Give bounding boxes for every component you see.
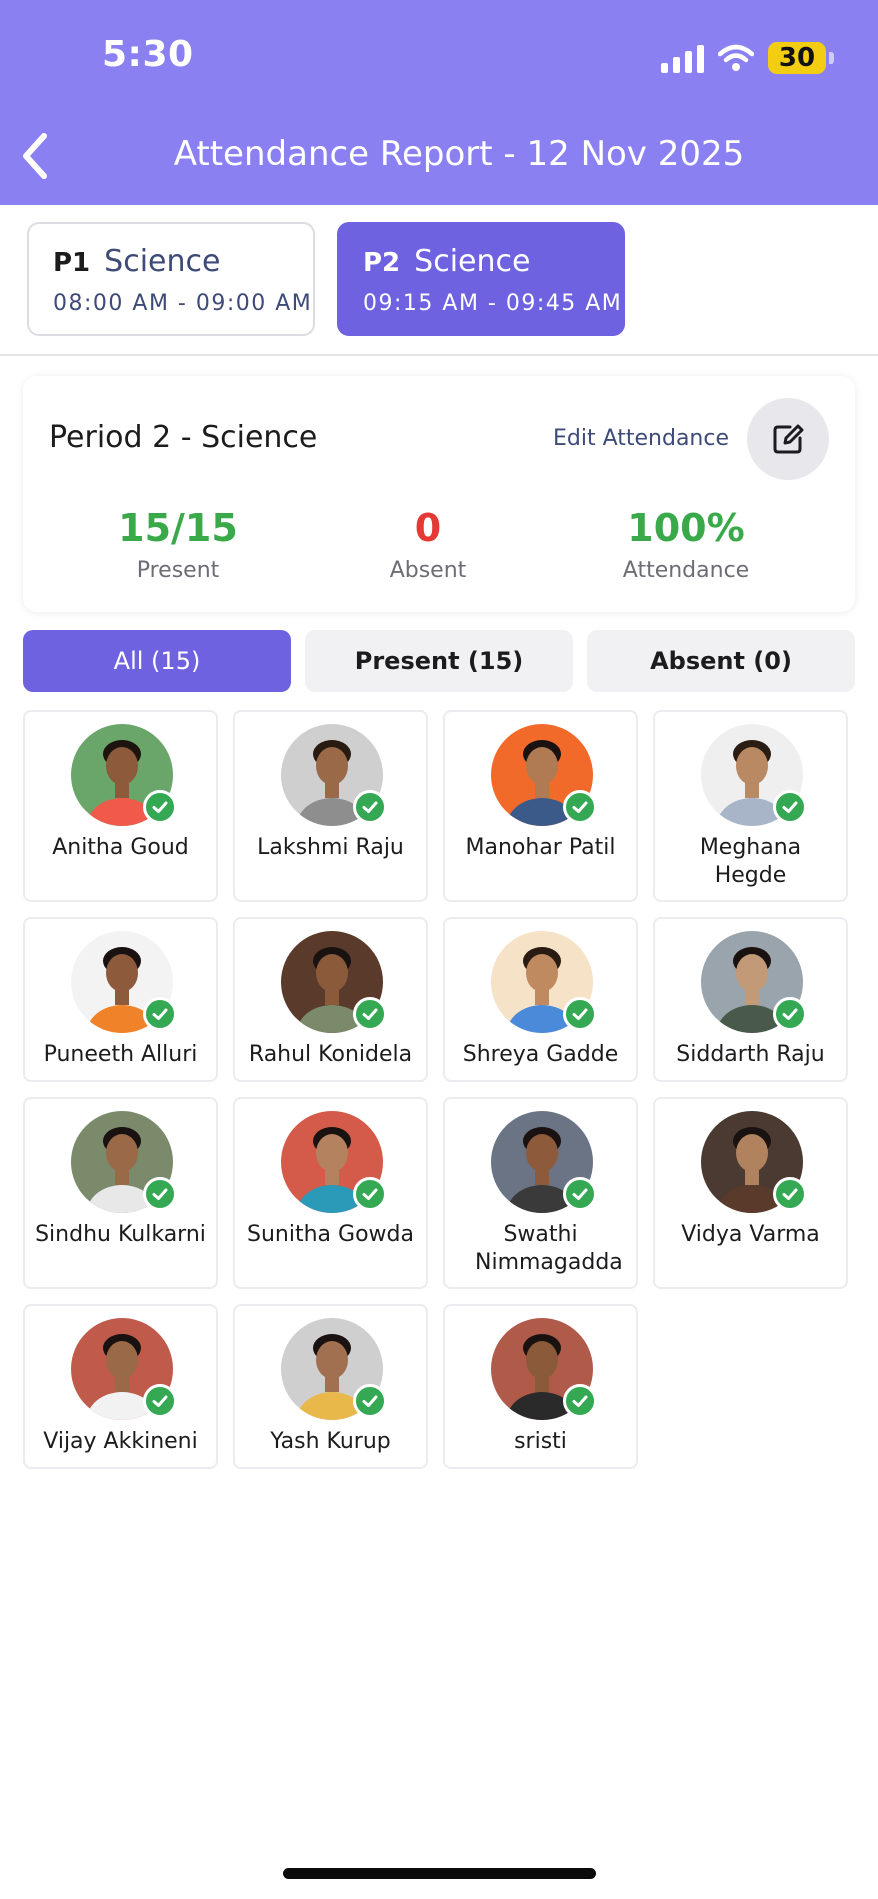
- period-subject: Science: [414, 244, 531, 279]
- student-name: Anitha Goud: [52, 835, 189, 860]
- present-label: Present: [136, 558, 220, 583]
- present-check-icon: [773, 790, 807, 824]
- student-card[interactable]: Siddarth Raju: [653, 917, 848, 1082]
- student-name: Yash Kurup: [270, 1429, 391, 1454]
- edit-attendance-button[interactable]: [747, 398, 829, 480]
- period-heading: Period 2 - Science: [49, 420, 318, 455]
- student-card[interactable]: Swathi Nimmagadda: [443, 1097, 638, 1289]
- filter-present-tab[interactable]: Present (15): [305, 630, 573, 692]
- wifi-icon: [718, 44, 754, 71]
- period-time: 08:00 AM - 09:00 AM: [53, 291, 313, 316]
- edit-icon: [773, 424, 804, 454]
- attendance-label: Attendance: [622, 558, 750, 583]
- student-card[interactable]: Puneeth Alluri: [23, 917, 218, 1082]
- student-name: Vijay Akkineni: [43, 1429, 198, 1454]
- battery-icon: 30: [768, 42, 834, 74]
- student-card[interactable]: Shreya Gadde: [443, 917, 638, 1082]
- filter-tabs: All (15) Present (15) Absent (0): [23, 630, 855, 692]
- summary-card: Period 2 - Science Edit Attendance 15/15…: [23, 376, 855, 612]
- divider: [0, 354, 878, 356]
- present-check-icon: [353, 1384, 387, 1418]
- student-card[interactable]: Meghana Hegde: [653, 710, 848, 902]
- period-tab-p2[interactable]: P2 Science 09:15 AM - 09:45 AM: [337, 222, 625, 336]
- student-name: Puneeth Alluri: [43, 1042, 198, 1067]
- signal-icon: [661, 43, 704, 73]
- present-value: 15/15: [118, 506, 238, 550]
- home-indicator: [283, 1868, 596, 1879]
- student-card[interactable]: sristi: [443, 1304, 638, 1469]
- filter-absent-tab[interactable]: Absent (0): [587, 630, 855, 692]
- present-stat: 15/15 Present: [78, 506, 278, 583]
- student-card[interactable]: Lakshmi Raju: [233, 710, 428, 902]
- present-check-icon: [353, 1177, 387, 1211]
- period-subject: Science: [104, 244, 221, 279]
- present-check-icon: [353, 790, 387, 824]
- absent-stat: 0 Absent: [328, 506, 528, 583]
- student-card[interactable]: Vidya Varma: [653, 1097, 848, 1289]
- student-name: sristi: [514, 1429, 567, 1454]
- student-card[interactable]: Sindhu Kulkarni: [23, 1097, 218, 1289]
- student-name: Shreya Gadde: [462, 1042, 619, 1067]
- present-check-icon: [143, 1177, 177, 1211]
- student-name: Lakshmi Raju: [257, 835, 404, 860]
- student-card[interactable]: Yash Kurup: [233, 1304, 428, 1469]
- absent-label: Absent: [389, 558, 467, 583]
- battery-level: 30: [778, 43, 816, 73]
- status-icons: 30: [661, 40, 834, 76]
- period-code: P1: [53, 248, 91, 278]
- period-code: P2: [363, 248, 401, 278]
- attendance-value: 100%: [627, 506, 745, 550]
- present-check-icon: [563, 790, 597, 824]
- present-check-icon: [773, 997, 807, 1031]
- filter-all-tab[interactable]: All (15): [23, 630, 291, 692]
- present-check-icon: [143, 1384, 177, 1418]
- student-name: Sindhu Kulkarni: [35, 1222, 206, 1247]
- student-card[interactable]: Vijay Akkineni: [23, 1304, 218, 1469]
- student-name: Siddarth Raju: [676, 1042, 825, 1067]
- student-grid: Anitha Goud Lakshmi Raju Manohar Patil Megh…: [23, 710, 869, 1469]
- absent-value: 0: [414, 506, 442, 550]
- student-name: Rahul Konidela: [248, 1042, 413, 1067]
- student-name: Manohar Patil: [465, 835, 616, 860]
- period-time: 09:15 AM - 09:45 AM: [363, 291, 623, 316]
- student-name: Meghana Hegde: [699, 835, 802, 888]
- period-tabs: P1 Science 08:00 AM - 09:00 AM P2 Scienc…: [27, 222, 625, 336]
- edit-attendance-label[interactable]: Edit Attendance: [553, 426, 729, 451]
- present-check-icon: [563, 1384, 597, 1418]
- student-card[interactable]: Anitha Goud: [23, 710, 218, 902]
- present-check-icon: [353, 997, 387, 1031]
- student-card[interactable]: Rahul Konidela: [233, 917, 428, 1082]
- app-header: 5:30 30 Attendance Report - 12 Nov 2025: [0, 0, 878, 205]
- present-check-icon: [143, 997, 177, 1031]
- status-time: 5:30: [102, 34, 194, 75]
- student-name: Vidya Varma: [681, 1222, 820, 1247]
- student-card[interactable]: Manohar Patil: [443, 710, 638, 902]
- student-name: Sunitha Gowda: [247, 1222, 414, 1247]
- period-tab-p1[interactable]: P1 Science 08:00 AM - 09:00 AM: [27, 222, 315, 336]
- present-check-icon: [773, 1177, 807, 1211]
- student-name: Swathi Nimmagadda: [475, 1222, 623, 1275]
- attendance-stat: 100% Attendance: [586, 506, 786, 583]
- present-check-icon: [143, 790, 177, 824]
- page-title: Attendance Report - 12 Nov 2025: [173, 134, 745, 174]
- present-check-icon: [563, 997, 597, 1031]
- student-card[interactable]: Sunitha Gowda: [233, 1097, 428, 1289]
- present-check-icon: [563, 1177, 597, 1211]
